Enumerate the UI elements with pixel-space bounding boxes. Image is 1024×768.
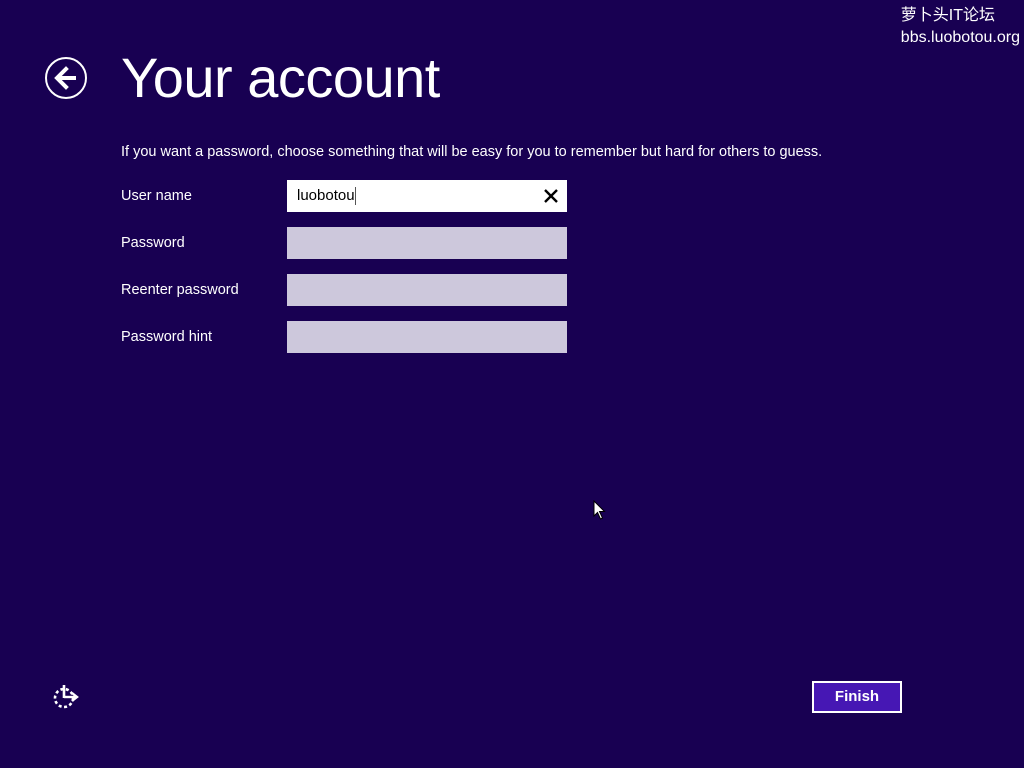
finish-button[interactable]: Finish <box>812 681 902 713</box>
clear-username-button[interactable] <box>541 186 561 206</box>
watermark-line-1: 萝卜头IT论坛 <box>900 7 996 24</box>
password-hint-label: Password hint <box>121 329 213 345</box>
mouse-pointer-icon <box>593 500 606 520</box>
form-row-reenter-password: Reenter password <box>121 274 567 306</box>
username-value: luobotou <box>297 187 356 206</box>
ease-of-access-icon <box>53 685 79 709</box>
watermark: 萝卜头IT论坛 bbs.luobotou.org <box>901 5 1020 49</box>
username-label: User name <box>121 188 192 204</box>
form-row-password: Password <box>121 227 567 259</box>
back-button[interactable] <box>45 57 87 99</box>
instructions-text: If you want a password, choose something… <box>121 144 823 160</box>
page-title: Your account <box>121 46 440 109</box>
password-hint-input[interactable] <box>287 321 567 353</box>
form-row-password-hint: Password hint <box>121 321 567 353</box>
watermark-line-2: bbs.luobotou.org <box>900 29 1020 46</box>
password-input[interactable] <box>287 227 567 259</box>
reenter-password-label: Reenter password <box>121 282 239 298</box>
password-label: Password <box>121 235 185 251</box>
form-row-username: User name luobotou <box>121 180 567 212</box>
reenter-password-input[interactable] <box>287 274 567 306</box>
arrow-left-icon <box>54 66 76 90</box>
close-x-icon <box>544 189 558 203</box>
ease-of-access-button[interactable] <box>52 684 80 710</box>
username-input[interactable]: luobotou <box>287 180 567 212</box>
text-caret <box>354 187 356 206</box>
